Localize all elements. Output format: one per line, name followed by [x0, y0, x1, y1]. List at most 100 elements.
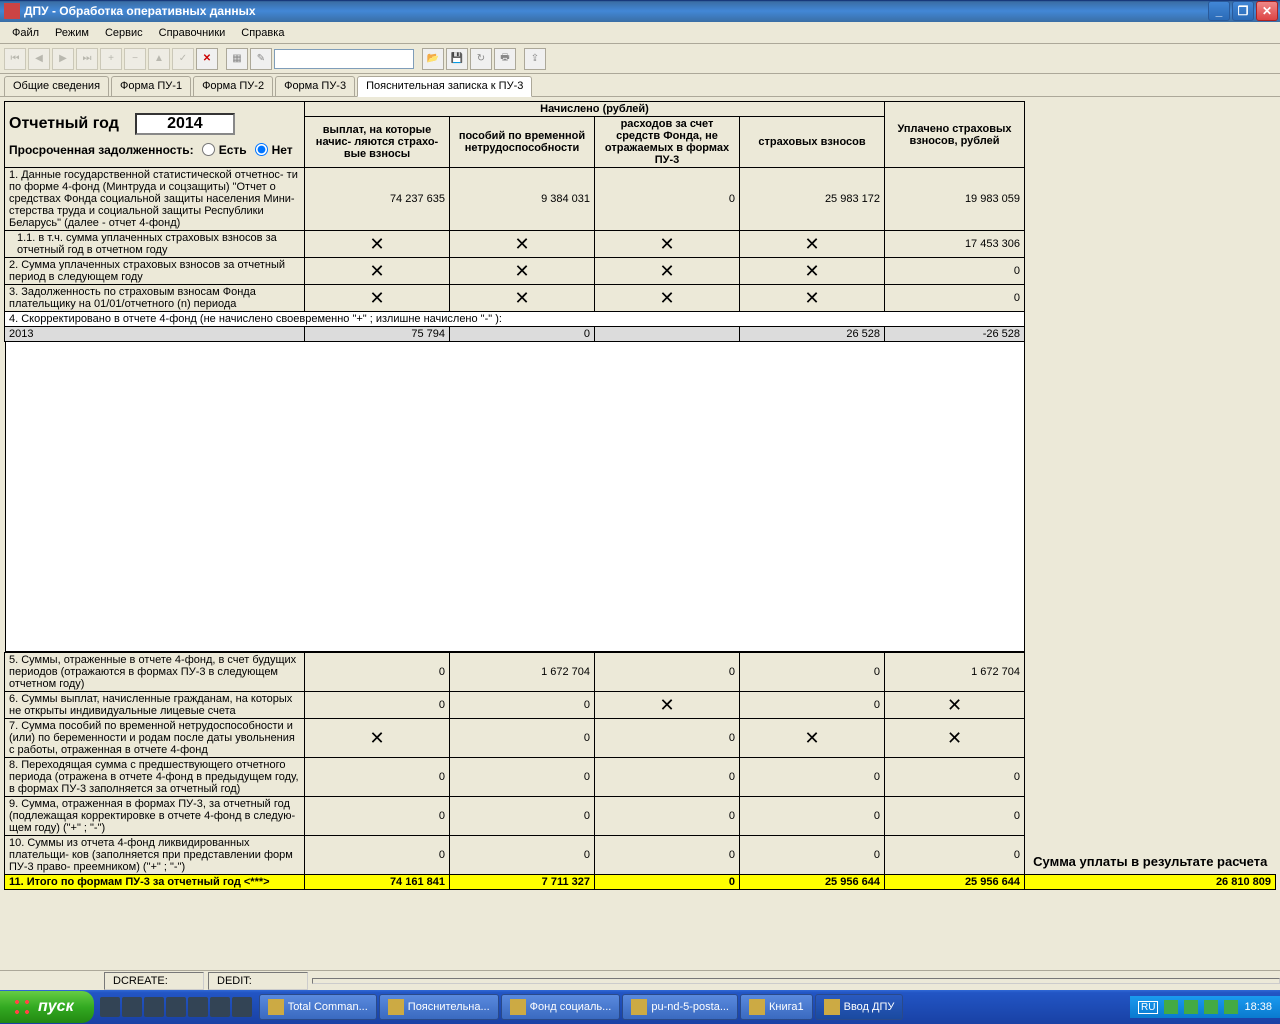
- tool-open-button[interactable]: 📂: [422, 48, 444, 70]
- cell[interactable]: 0: [450, 758, 595, 797]
- clock[interactable]: 18:38: [1244, 1001, 1272, 1013]
- close-button[interactable]: ✕: [1256, 1, 1278, 21]
- cell[interactable]: -26 528: [885, 327, 1025, 342]
- tool-print-button[interactable]: 🖶: [494, 48, 516, 70]
- cell[interactable]: 75 794: [305, 327, 450, 342]
- cancel-button[interactable]: ✕: [196, 48, 218, 70]
- tab-pu3[interactable]: Форма ПУ-3: [275, 76, 355, 96]
- maximize-button[interactable]: ❐: [1232, 1, 1254, 21]
- cell[interactable]: [595, 327, 740, 342]
- cell[interactable]: 0: [305, 758, 450, 797]
- x-cell: ✕: [740, 258, 885, 285]
- tool-button-1[interactable]: ▦: [226, 48, 248, 70]
- cell[interactable]: 0: [595, 797, 740, 836]
- row-3-label: 3. Задолженность по страховым взносам Фо…: [5, 285, 305, 312]
- cell[interactable]: 26 528: [740, 327, 885, 342]
- tab-note-pu3[interactable]: Пояснительная записка к ПУ-3: [357, 76, 532, 97]
- delinq-yes-radio[interactable]: [202, 143, 215, 156]
- task-item[interactable]: Total Comman...: [259, 994, 377, 1020]
- tool-export-button[interactable]: ⇪: [524, 48, 546, 70]
- row-1-label: 1. Данные государственной статистической…: [5, 168, 305, 231]
- cell[interactable]: 17 453 306: [885, 231, 1025, 258]
- toolbar-search-input[interactable]: [274, 49, 414, 69]
- year-input[interactable]: 2014: [135, 113, 235, 135]
- ql-icon[interactable]: [144, 997, 164, 1017]
- nav-next-button[interactable]: ▶: [52, 48, 74, 70]
- cell[interactable]: 0: [450, 719, 595, 758]
- cell[interactable]: 0: [305, 797, 450, 836]
- cell[interactable]: 0: [740, 758, 885, 797]
- menu-ref[interactable]: Справочники: [151, 25, 234, 41]
- cell[interactable]: 0: [885, 758, 1025, 797]
- menu-help[interactable]: Справка: [233, 25, 292, 41]
- cell[interactable]: 0: [450, 836, 595, 875]
- cell[interactable]: 0: [450, 692, 595, 719]
- cell[interactable]: 0: [305, 692, 450, 719]
- task-item[interactable]: pu-nd-5-posta...: [622, 994, 738, 1020]
- status-dcreate: DCREATE:: [104, 972, 204, 990]
- cell[interactable]: 0: [595, 836, 740, 875]
- task-item[interactable]: Фонд социаль...: [501, 994, 621, 1020]
- tool-refresh-button[interactable]: ↻: [470, 48, 492, 70]
- cell[interactable]: 0: [740, 797, 885, 836]
- cell[interactable]: 0: [305, 836, 450, 875]
- ql-icon[interactable]: [232, 997, 252, 1017]
- ql-icon[interactable]: [100, 997, 120, 1017]
- cell[interactable]: 0: [595, 719, 740, 758]
- system-tray[interactable]: RU 18:38: [1130, 996, 1280, 1018]
- cell[interactable]: 0: [450, 327, 595, 342]
- cell[interactable]: 1 672 704: [885, 653, 1025, 692]
- minimize-button[interactable]: _: [1208, 1, 1230, 21]
- x-cell: ✕: [885, 719, 1025, 758]
- menu-service[interactable]: Сервис: [97, 25, 151, 41]
- tray-icon[interactable]: [1224, 1000, 1238, 1014]
- app-icon: [631, 999, 647, 1015]
- task-item-active[interactable]: Ввод ДПУ: [815, 994, 904, 1020]
- cell[interactable]: 25 983 172: [740, 168, 885, 231]
- cell[interactable]: 0: [885, 258, 1025, 285]
- tab-pu1[interactable]: Форма ПУ-1: [111, 76, 191, 96]
- cell[interactable]: 1 672 704: [450, 653, 595, 692]
- grid-empty-area[interactable]: [5, 342, 1025, 652]
- task-item[interactable]: Книга1: [740, 994, 813, 1020]
- tool-save-button[interactable]: 💾: [446, 48, 468, 70]
- ql-icon[interactable]: [210, 997, 230, 1017]
- tray-icon[interactable]: [1184, 1000, 1198, 1014]
- start-button[interactable]: пуск: [0, 991, 94, 1023]
- task-item[interactable]: Пояснительна...: [379, 994, 499, 1020]
- x-cell: ✕: [450, 285, 595, 312]
- nav-last-button[interactable]: ⏭: [76, 48, 98, 70]
- menu-mode[interactable]: Режим: [47, 25, 97, 41]
- confirm-button[interactable]: ✓: [172, 48, 194, 70]
- delinq-no-radio[interactable]: [255, 143, 268, 156]
- cell[interactable]: 0: [595, 758, 740, 797]
- tray-icon[interactable]: [1204, 1000, 1218, 1014]
- cell[interactable]: 0: [740, 836, 885, 875]
- edit-button[interactable]: ▲: [148, 48, 170, 70]
- cell[interactable]: 74 237 635: [305, 168, 450, 231]
- tab-general[interactable]: Общие сведения: [4, 76, 109, 96]
- cell[interactable]: 0: [740, 692, 885, 719]
- lang-indicator[interactable]: RU: [1138, 1001, 1158, 1014]
- tray-icon[interactable]: [1164, 1000, 1178, 1014]
- cell[interactable]: 19 983 059: [885, 168, 1025, 231]
- ql-icon[interactable]: [166, 997, 186, 1017]
- nav-prev-button[interactable]: ◀: [28, 48, 50, 70]
- remove-button[interactable]: −: [124, 48, 146, 70]
- ql-icon[interactable]: [122, 997, 142, 1017]
- cell[interactable]: 0: [450, 797, 595, 836]
- menu-file[interactable]: Файл: [4, 25, 47, 41]
- cell[interactable]: 0: [885, 836, 1025, 875]
- add-button[interactable]: +: [100, 48, 122, 70]
- cell[interactable]: 0: [595, 168, 740, 231]
- cell[interactable]: 0: [885, 797, 1025, 836]
- nav-first-button[interactable]: ⏮: [4, 48, 26, 70]
- cell[interactable]: 0: [885, 285, 1025, 312]
- tab-pu2[interactable]: Форма ПУ-2: [193, 76, 273, 96]
- cell[interactable]: 0: [740, 653, 885, 692]
- ql-icon[interactable]: [188, 997, 208, 1017]
- cell[interactable]: 0: [595, 653, 740, 692]
- tool-button-2[interactable]: ✎: [250, 48, 272, 70]
- cell[interactable]: 0: [305, 653, 450, 692]
- cell[interactable]: 9 384 031: [450, 168, 595, 231]
